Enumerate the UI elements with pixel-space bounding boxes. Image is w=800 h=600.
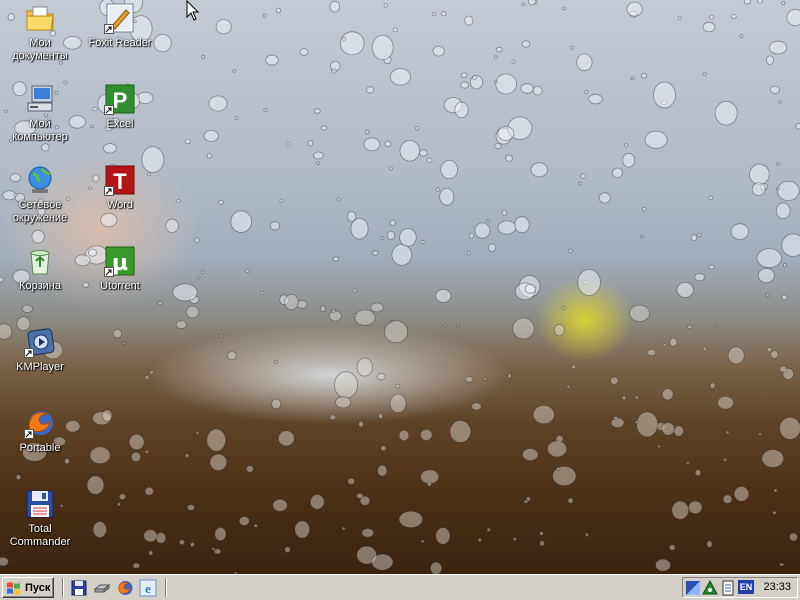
total-commander-icon (24, 488, 56, 520)
utorrent-glyph: µ (112, 251, 128, 276)
desktop-icon-my-documents[interactable]: Мои документы (2, 2, 78, 63)
display-properties-icon[interactable] (685, 580, 701, 596)
desktop-icon-label: Сетевое окружение (12, 199, 68, 224)
foxit-reader-icon (104, 2, 136, 34)
desktop-icon-recycle-bin[interactable]: Корзина (2, 245, 78, 293)
mouse-pointer-icon (186, 0, 200, 21)
windows-logo-icon (7, 581, 20, 595)
start-button-label: Пуск (25, 581, 51, 594)
my-documents-folder-icon (24, 2, 56, 34)
shortcut-arrow-icon (104, 186, 114, 196)
firefox-icon[interactable] (116, 579, 134, 597)
shortcut-arrow-icon (104, 24, 114, 34)
shortcut-arrow-icon (24, 429, 34, 439)
word-icon: T (104, 164, 136, 196)
excel-glyph: P (113, 88, 128, 113)
desktop-icon-network-places[interactable]: Сетевое окружение (2, 164, 78, 225)
desktop-icon-utorrent[interactable]: µ Utorrent (82, 245, 158, 293)
desktop-icon-excel[interactable]: P Excel (82, 83, 158, 131)
desktop-icon-label: Мои документы (12, 37, 68, 62)
taskbar: Пуск e EN 23:33 (0, 574, 800, 600)
excel-icon: P (104, 83, 136, 115)
kmplayer-icon (24, 326, 56, 358)
shortcut-arrow-icon (104, 105, 114, 115)
svg-text:e: e (145, 581, 151, 596)
desktop-icon-kmplayer[interactable]: KMPlayer (2, 326, 78, 374)
desktop-wallpaper[interactable]: Мои документы Foxit Reader Мой компьютер… (0, 0, 800, 574)
network-alert-icon[interactable] (702, 580, 718, 596)
desktop-icon-label: Корзина (19, 280, 61, 292)
desktop-icon-label: Foxit Reader (88, 37, 152, 49)
desktop-icon-label: Excel (106, 118, 134, 130)
utorrent-icon: µ (104, 245, 136, 277)
my-computer-icon (24, 83, 56, 115)
floppy-save-icon[interactable] (70, 579, 88, 597)
start-button[interactable]: Пуск (2, 577, 54, 598)
desktop-icon-label: Мой компьютер (12, 118, 68, 143)
desktop-icon-area: Мои документы Foxit Reader Мой компьютер… (0, 0, 800, 574)
language-indicator[interactable]: EN (738, 580, 754, 594)
recycle-bin-icon (24, 245, 56, 277)
word-glyph: T (113, 169, 127, 194)
quick-launch-separator (62, 578, 64, 597)
desktop-icon-total-commander[interactable]: Total Commander (2, 488, 78, 549)
shortcut-arrow-icon (104, 267, 114, 277)
clock[interactable]: 23:33 (763, 581, 791, 593)
network-places-icon (24, 164, 56, 196)
quick-launch-end-separator (165, 578, 167, 597)
shortcut-arrow-icon (24, 348, 34, 358)
system-tray: EN 23:33 (682, 577, 798, 598)
internet-explorer-icon[interactable]: e (139, 579, 157, 597)
disk-drive-icon[interactable] (93, 579, 111, 597)
desktop-icon-label: Word (106, 199, 134, 211)
desktop-icon-firefox-portable[interactable]: Portable (2, 407, 78, 455)
desktop-icon-my-computer[interactable]: Мой компьютер (2, 83, 78, 144)
desktop-icon-label: KMPlayer (16, 361, 64, 373)
desktop-icon-foxit-reader[interactable]: Foxit Reader (82, 2, 158, 50)
desktop-icon-label: Total Commander (9, 523, 71, 548)
document-icon[interactable] (720, 580, 736, 596)
firefox-portable-icon (24, 407, 56, 439)
desktop-icon-label: Portable (19, 442, 61, 454)
desktop-icon-word[interactable]: T Word (82, 164, 158, 212)
desktop-icon-label: Utorrent (100, 280, 140, 292)
